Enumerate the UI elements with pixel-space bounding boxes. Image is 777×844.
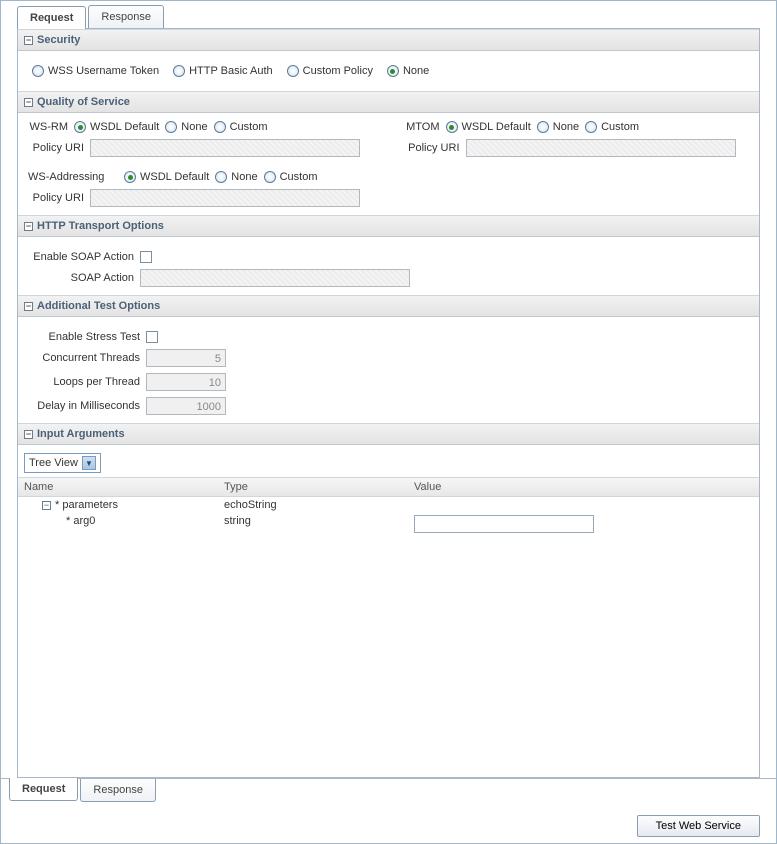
- enable-soap-checkbox[interactable]: [140, 251, 152, 263]
- col-value: Value: [414, 481, 753, 493]
- enable-stress-label: Enable Stress Test: [28, 331, 140, 343]
- delay-label: Delay in Milliseconds: [28, 400, 140, 412]
- view-mode-select[interactable]: Tree View ▼: [24, 453, 101, 473]
- policy-uri-label: Policy URI: [28, 142, 84, 154]
- collapse-icon[interactable]: −: [42, 501, 51, 510]
- policy-uri-label: Policy URI: [404, 142, 460, 154]
- test-web-service-button[interactable]: Test Web Service: [637, 815, 760, 837]
- collapse-icon[interactable]: −: [24, 98, 33, 107]
- soap-action-label: SOAP Action: [28, 272, 134, 284]
- section-title: Quality of Service: [37, 96, 130, 108]
- wsrm-label: WS-RM: [28, 121, 68, 133]
- radio-mtom-wsdl[interactable]: WSDL Default: [446, 121, 531, 133]
- content-pane: − Security WSS Username Token HTTP Basic…: [17, 28, 760, 778]
- radio-wsrm-none[interactable]: None: [165, 121, 207, 133]
- top-tabs: Request Response: [1, 1, 776, 28]
- radio-custom-policy[interactable]: Custom Policy: [287, 65, 373, 77]
- section-header-http: − HTTP Transport Options: [18, 215, 759, 237]
- threads-label: Concurrent Threads: [28, 352, 140, 364]
- arg0-value-input[interactable]: [414, 515, 594, 533]
- section-title: HTTP Transport Options: [37, 220, 164, 232]
- wsaddr-label: WS-Addressing: [28, 171, 118, 183]
- bottom-tabs: Request Response: [1, 778, 776, 802]
- radio-wsrm-wsdl[interactable]: WSDL Default: [74, 121, 159, 133]
- security-radio-group: WSS Username Token HTTP Basic Auth Custo…: [28, 59, 749, 83]
- radio-wsaddr-custom[interactable]: Custom: [264, 171, 318, 183]
- enable-soap-label: Enable SOAP Action: [28, 251, 134, 263]
- tab-response[interactable]: Response: [88, 5, 164, 28]
- radio-http-basic[interactable]: HTTP Basic Auth: [173, 65, 273, 77]
- collapse-icon[interactable]: −: [24, 430, 33, 439]
- loops-label: Loops per Thread: [28, 376, 140, 388]
- threads-input: 5: [146, 349, 226, 367]
- grid-header: Name Type Value: [18, 477, 759, 497]
- grid-body: − * parameters echoString * arg0 string: [18, 497, 759, 777]
- collapse-icon[interactable]: −: [24, 302, 33, 311]
- wsaddr-policy-uri-input: [90, 189, 360, 207]
- tab-request-bottom[interactable]: Request: [9, 778, 78, 801]
- radio-wsrm-custom[interactable]: Custom: [214, 121, 268, 133]
- tab-response-bottom[interactable]: Response: [80, 779, 156, 802]
- radio-mtom-custom[interactable]: Custom: [585, 121, 639, 133]
- table-row[interactable]: * arg0 string: [18, 513, 759, 535]
- collapse-icon[interactable]: −: [24, 222, 33, 231]
- section-title: Security: [37, 34, 80, 46]
- enable-stress-checkbox[interactable]: [146, 331, 158, 343]
- radio-none[interactable]: None: [387, 65, 429, 77]
- section-header-security: − Security: [18, 29, 759, 51]
- section-title: Input Arguments: [37, 428, 125, 440]
- wsrm-policy-uri-input: [90, 139, 360, 157]
- section-header-input-args: − Input Arguments: [18, 423, 759, 445]
- policy-uri-label: Policy URI: [28, 192, 84, 204]
- col-name: Name: [24, 481, 224, 493]
- section-header-additional: − Additional Test Options: [18, 295, 759, 317]
- table-row[interactable]: − * parameters echoString: [18, 497, 759, 513]
- radio-wss[interactable]: WSS Username Token: [32, 65, 159, 77]
- radio-wsaddr-wsdl[interactable]: WSDL Default: [124, 171, 209, 183]
- radio-wsaddr-none[interactable]: None: [215, 171, 257, 183]
- loops-input: 10: [146, 373, 226, 391]
- soap-action-input: [140, 269, 410, 287]
- mtom-label: MTOM: [404, 121, 440, 133]
- tab-request[interactable]: Request: [17, 6, 86, 29]
- section-title: Additional Test Options: [37, 300, 160, 312]
- col-type: Type: [224, 481, 414, 493]
- radio-mtom-none[interactable]: None: [537, 121, 579, 133]
- section-header-qos: − Quality of Service: [18, 91, 759, 113]
- delay-input: 1000: [146, 397, 226, 415]
- chevron-down-icon: ▼: [82, 456, 96, 470]
- mtom-policy-uri-input: [466, 139, 736, 157]
- collapse-icon[interactable]: −: [24, 36, 33, 45]
